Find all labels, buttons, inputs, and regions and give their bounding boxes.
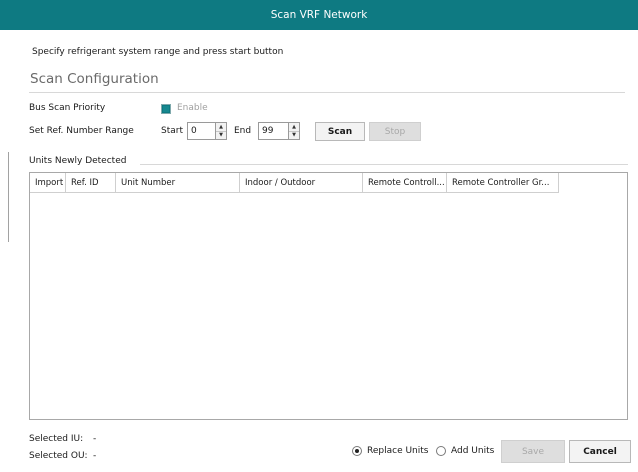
cancel-button[interactable]: Cancel — [569, 440, 631, 463]
end-down-icon[interactable]: ▼ — [289, 130, 299, 139]
column-header-remote-controller-group[interactable]: Remote Controller Gr... — [447, 173, 559, 193]
selected-ou-value: - — [93, 451, 97, 461]
column-header-remote-controller[interactable]: Remote Controll... — [363, 173, 447, 193]
save-button[interactable]: Save — [501, 440, 565, 463]
start-label: Start — [161, 126, 183, 136]
column-header-unit-number[interactable]: Unit Number — [116, 173, 240, 193]
start-down-icon[interactable]: ▼ — [216, 130, 226, 139]
enable-checkbox[interactable] — [161, 104, 171, 114]
bus-scan-priority-label: Bus Scan Priority — [29, 103, 106, 113]
end-stepper[interactable]: 99 ▲ ▼ — [258, 122, 300, 140]
end-stepper-arrows[interactable]: ▲ ▼ — [288, 123, 299, 139]
replace-units-radio[interactable] — [352, 446, 362, 456]
units-newly-detected-label: Units Newly Detected — [29, 156, 127, 166]
scan-configuration-title: Scan Configuration — [30, 71, 159, 87]
column-header-import[interactable]: Import — [30, 173, 66, 193]
column-header-indoor-outdoor[interactable]: Indoor / Outdoor — [240, 173, 363, 193]
units-table-header: Import Ref. ID Unit Number Indoor / Outd… — [30, 173, 559, 193]
start-up-icon[interactable]: ▲ — [216, 123, 226, 131]
scan-button[interactable]: Scan — [315, 122, 365, 141]
units-divider — [140, 164, 628, 165]
start-stepper-arrows[interactable]: ▲ ▼ — [215, 123, 226, 139]
selected-iu-value: - — [93, 434, 97, 444]
end-value[interactable]: 99 — [259, 123, 288, 139]
section-divider — [29, 92, 625, 93]
start-value[interactable]: 0 — [188, 123, 215, 139]
left-edge-divider — [8, 152, 9, 242]
ref-number-range-label: Set Ref. Number Range — [29, 126, 134, 136]
selected-ou-label: Selected OU: — [29, 451, 88, 461]
stop-button[interactable]: Stop — [369, 122, 421, 141]
window-title: Scan VRF Network — [270, 9, 368, 21]
units-table[interactable]: Import Ref. ID Unit Number Indoor / Outd… — [29, 172, 628, 420]
enable-label: Enable — [177, 103, 208, 113]
replace-units-label[interactable]: Replace Units — [367, 446, 428, 456]
column-header-ref-id[interactable]: Ref. ID — [66, 173, 116, 193]
end-label: End — [234, 126, 252, 136]
end-up-icon[interactable]: ▲ — [289, 123, 299, 131]
selected-iu-label: Selected IU: — [29, 434, 84, 444]
add-units-radio[interactable] — [436, 446, 446, 456]
instruction-text: Specify refrigerant system range and pre… — [32, 47, 284, 57]
start-stepper[interactable]: 0 ▲ ▼ — [187, 122, 227, 140]
add-units-label[interactable]: Add Units — [451, 446, 494, 456]
title-bar: Scan VRF Network — [0, 0, 638, 30]
